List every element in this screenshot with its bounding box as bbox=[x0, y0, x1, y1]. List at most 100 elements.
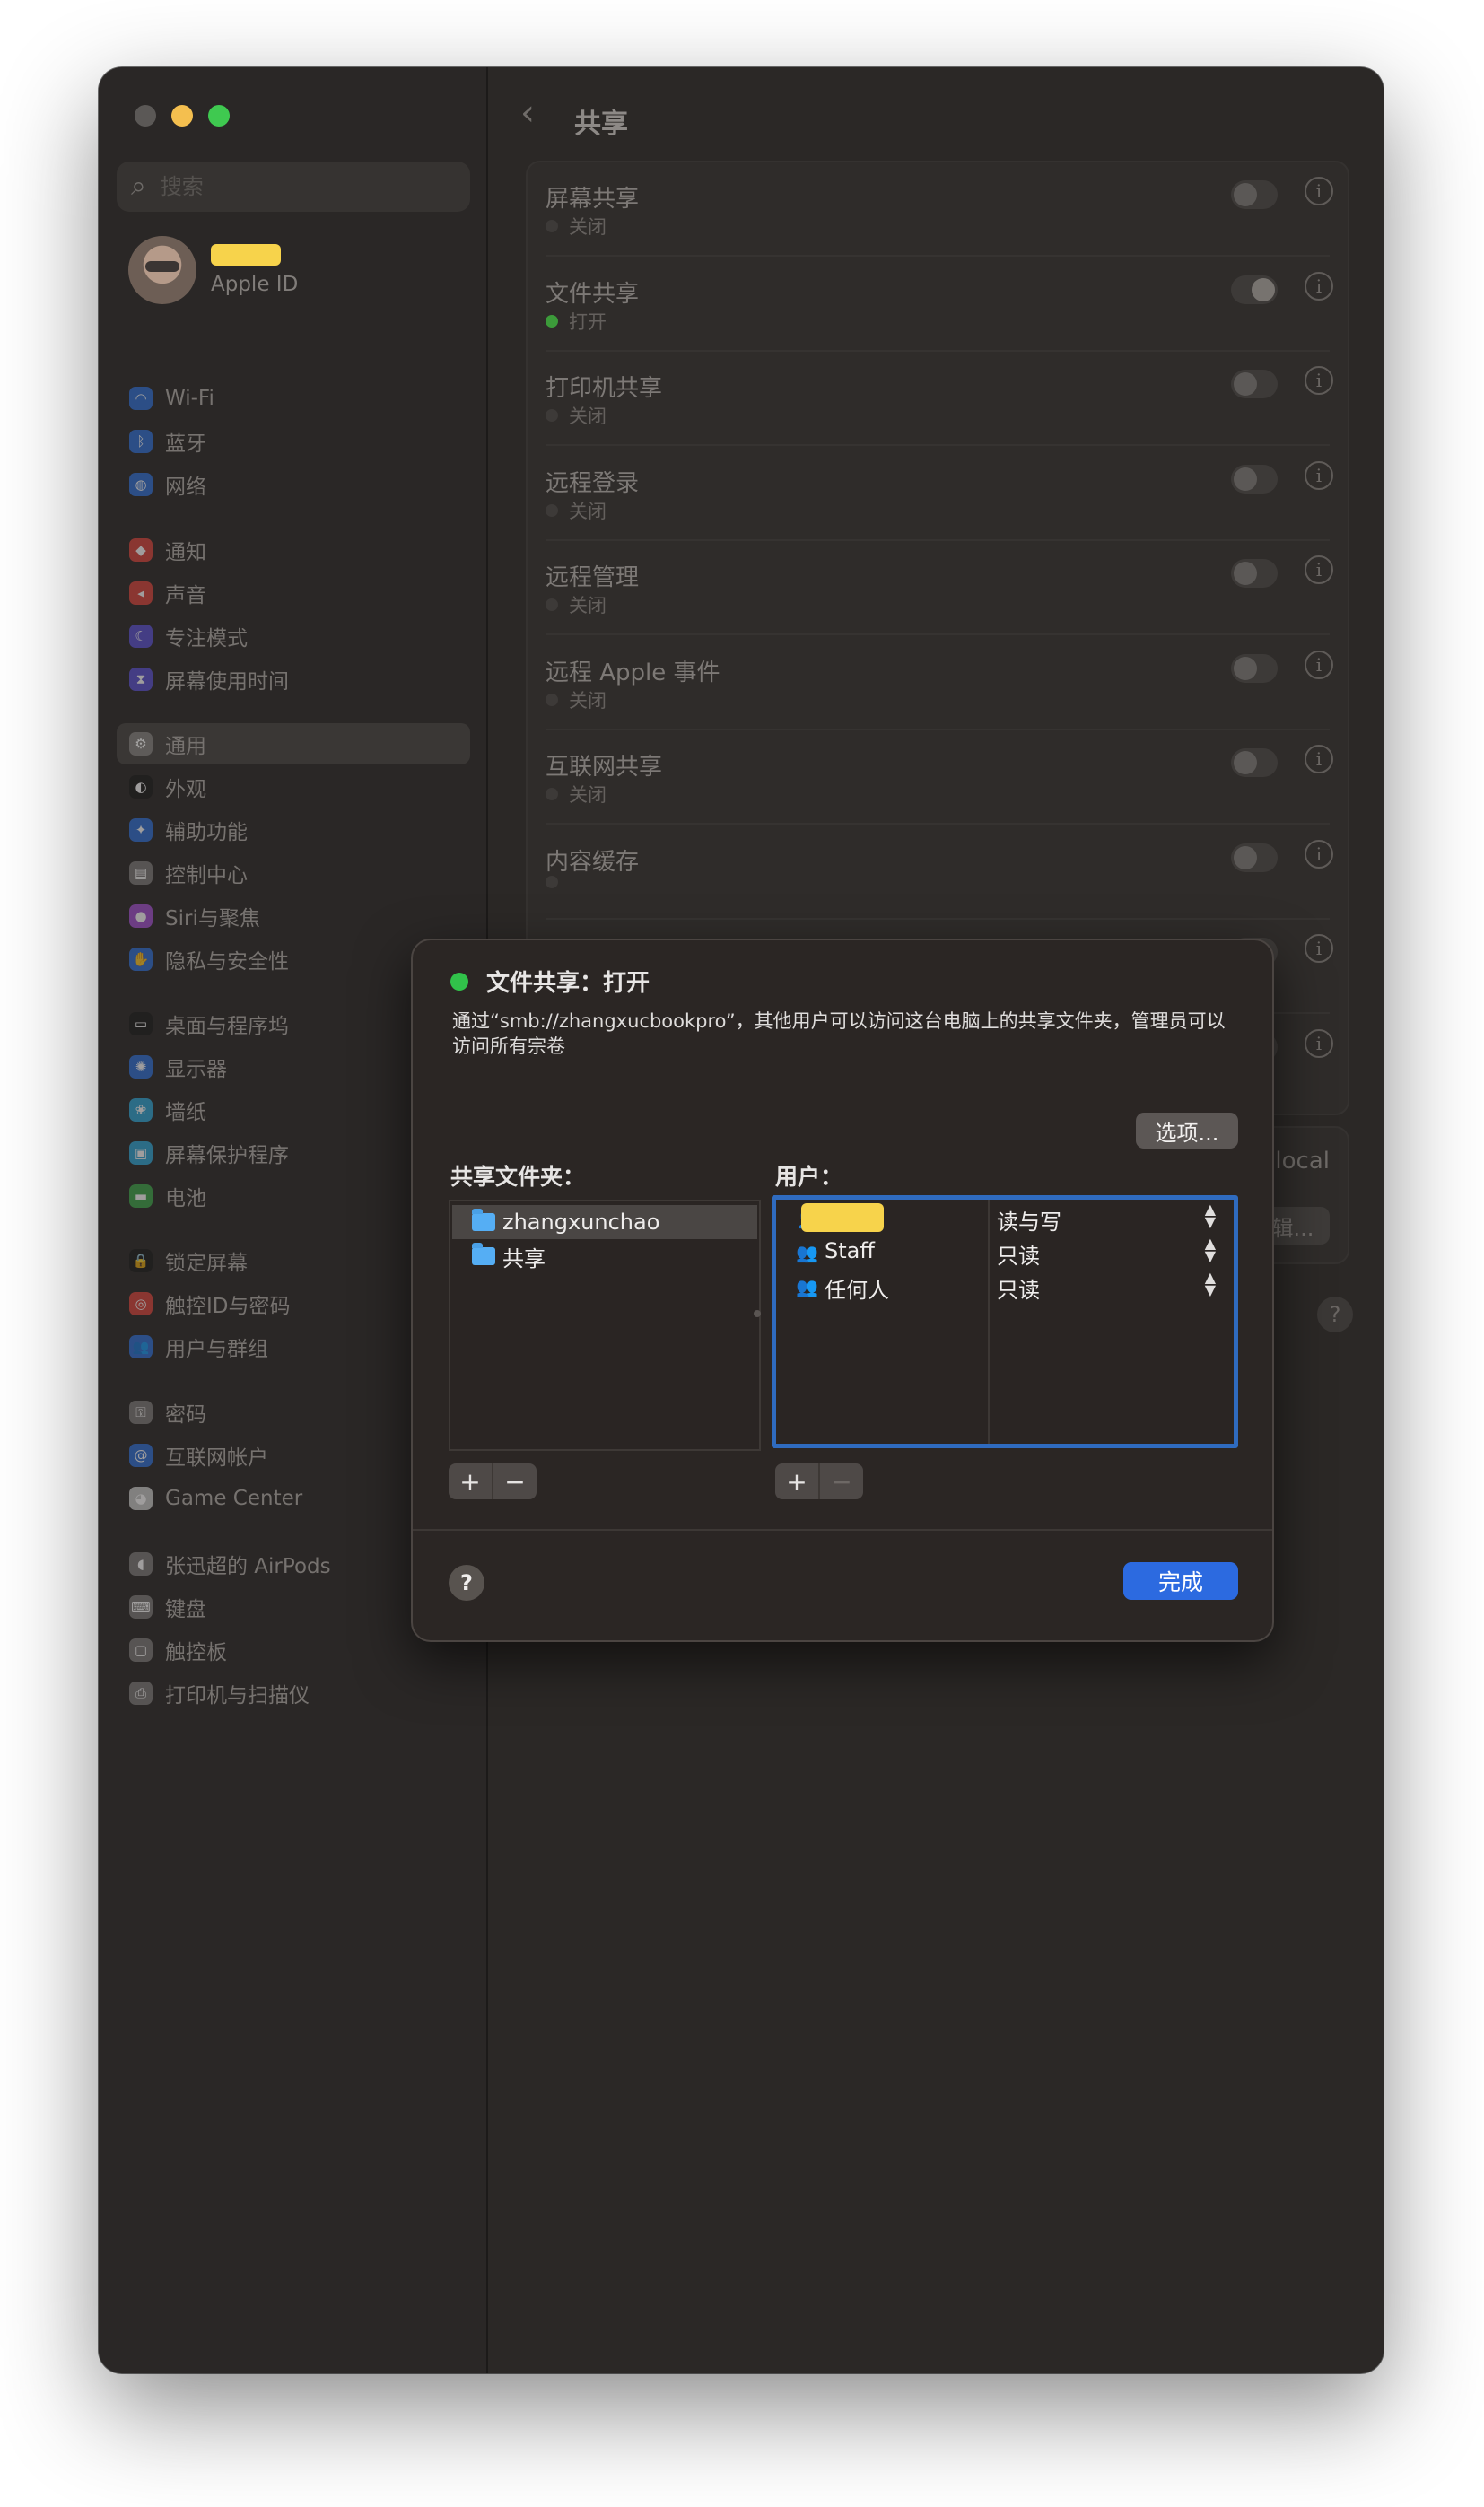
sidebar-item[interactable]: ▤ 控制中心 bbox=[117, 852, 470, 894]
service-toggle[interactable] bbox=[1231, 370, 1278, 398]
minimize-button[interactable] bbox=[171, 105, 193, 127]
sidebar-item[interactable]: ◆ 通知 bbox=[117, 529, 470, 571]
screensaver-icon: ▣ bbox=[129, 1141, 153, 1165]
service-toggle[interactable] bbox=[1231, 180, 1278, 209]
service-status: 关闭 bbox=[546, 591, 607, 618]
gear-icon: ⚙ bbox=[129, 732, 153, 756]
service-status-text: 关闭 bbox=[569, 216, 607, 238]
trackpad-icon: ▢ bbox=[129, 1638, 153, 1662]
permission-value[interactable]: 只读 bbox=[997, 1272, 1040, 1304]
info-icon[interactable]: i bbox=[1305, 1028, 1333, 1058]
toggle-knob bbox=[1234, 656, 1257, 680]
service-status: 打开 bbox=[546, 308, 607, 335]
back-chevron-icon[interactable]: ‹ bbox=[520, 92, 535, 134]
sidebar-item[interactable]: ᛒ 蓝牙 bbox=[117, 421, 470, 462]
service-toggle[interactable] bbox=[1231, 464, 1278, 494]
sidebar-item[interactable]: ◍ 网络 bbox=[117, 464, 470, 505]
options-button[interactable]: 选项... bbox=[1136, 1113, 1238, 1149]
sidebar-item[interactable]: ◂ 声音 bbox=[117, 572, 470, 614]
sidebar-item[interactable]: ● Siri与聚焦 bbox=[117, 895, 470, 937]
permission-value[interactable]: 读与写 bbox=[997, 1204, 1061, 1236]
sidebar-item[interactable]: ✦ 辅助功能 bbox=[117, 809, 470, 851]
search-icon: ⌕ bbox=[131, 170, 146, 202]
service-status-text: 关闭 bbox=[569, 784, 607, 806]
sidebar-item[interactable]: ⧗ 屏幕使用时间 bbox=[117, 659, 470, 700]
airpods-icon: ◖ bbox=[129, 1552, 153, 1576]
chevron-updown-icon[interactable]: ▲ ▼ bbox=[1205, 1271, 1216, 1297]
info-icon[interactable]: i bbox=[1305, 460, 1333, 490]
info-icon[interactable]: i bbox=[1305, 934, 1333, 963]
service-toggle[interactable] bbox=[1231, 653, 1278, 683]
dialog-title: 文件共享：打开 bbox=[486, 970, 650, 997]
user-row[interactable]: 👥 Staff 只读 ▲ ▼ bbox=[776, 1236, 1234, 1270]
apple-id-account[interactable]: Apple ID bbox=[128, 236, 298, 304]
user-name: 任何人 bbox=[825, 1278, 889, 1303]
dialog-help-button[interactable]: ? bbox=[449, 1565, 484, 1601]
users-permissions-list[interactable]: 👤读与写▲▼👥Staff只读▲▼👥任何人只读▲▼ bbox=[772, 1195, 1238, 1448]
wallpaper-icon: ❀ bbox=[129, 1098, 153, 1122]
service-toggle[interactable] bbox=[1231, 843, 1278, 872]
service-toggle[interactable] bbox=[1231, 559, 1278, 588]
info-icon[interactable]: i bbox=[1305, 650, 1333, 679]
sidebar-item[interactable]: ⚙ 通用 bbox=[117, 723, 470, 764]
info-icon[interactable]: i bbox=[1305, 271, 1333, 301]
folder-row[interactable]: 共享 bbox=[452, 1239, 757, 1273]
info-icon[interactable]: i bbox=[1305, 555, 1333, 584]
user-name: Staff bbox=[825, 1238, 875, 1263]
status-on-indicator bbox=[450, 972, 468, 991]
service-status: 关闭 bbox=[546, 213, 607, 240]
split-handle[interactable] bbox=[754, 1310, 761, 1317]
avatar bbox=[128, 236, 196, 304]
service-status-text: 打开 bbox=[569, 310, 607, 333]
sidebar-item[interactable]: ⎙ 打印机与扫描仪 bbox=[117, 1673, 470, 1714]
game-center-icon: ◕ bbox=[129, 1487, 153, 1510]
chevron-updown-icon[interactable]: ▲ ▼ bbox=[1205, 1236, 1216, 1263]
add-folder-button[interactable]: + bbox=[449, 1463, 492, 1499]
close-button[interactable] bbox=[135, 105, 156, 127]
service-row: 文件共享 打开 i bbox=[528, 258, 1348, 352]
sidebar-item-label: 控制中心 bbox=[165, 864, 248, 887]
service-label: 互联网共享 bbox=[546, 754, 663, 781]
sidebar-item-label: 网络 bbox=[165, 476, 206, 499]
lock-icon: 🔒 bbox=[129, 1249, 153, 1272]
service-toggle[interactable] bbox=[1231, 748, 1278, 777]
service-toggle[interactable] bbox=[1231, 275, 1278, 304]
search-field[interactable]: ⌕ bbox=[117, 162, 470, 212]
chevron-updown-icon[interactable]: ▲ ▼ bbox=[1205, 1202, 1216, 1229]
sidebar-item-label: 密码 bbox=[165, 1403, 206, 1427]
info-icon[interactable]: i bbox=[1305, 745, 1333, 773]
sidebar-item-label: 互联网帐户 bbox=[165, 1446, 268, 1470]
siri-icon: ● bbox=[129, 904, 153, 928]
sidebar-item-label: 屏幕使用时间 bbox=[165, 670, 289, 694]
add-user-button[interactable]: + bbox=[775, 1463, 818, 1499]
sidebar-item-label: 键盘 bbox=[165, 1598, 206, 1621]
service-status-text: 关闭 bbox=[569, 595, 607, 616]
service-row: 屏幕共享关闭 i bbox=[528, 162, 1348, 257]
sidebar-item[interactable]: ☾ 专注模式 bbox=[117, 616, 470, 657]
info-icon[interactable]: i bbox=[1305, 177, 1333, 205]
redacted-username bbox=[801, 1203, 884, 1232]
sidebar-item[interactable]: ◠ Wi-Fi bbox=[117, 378, 470, 419]
status-dot bbox=[546, 220, 558, 232]
info-icon[interactable]: i bbox=[1305, 366, 1333, 395]
remove-folder-button[interactable]: − bbox=[492, 1463, 537, 1499]
info-icon[interactable]: i bbox=[1305, 839, 1333, 869]
help-button[interactable]: ? bbox=[1317, 1297, 1353, 1332]
status-dot bbox=[546, 409, 558, 422]
status-dot bbox=[546, 314, 558, 328]
service-status: 关闭 bbox=[546, 497, 607, 524]
user-row[interactable]: 👥 任何人 只读 ▲ ▼ bbox=[776, 1270, 1234, 1304]
shared-folders-label: 共享文件夹： bbox=[450, 1164, 586, 1190]
user-row[interactable]: 👤读与写▲▼ bbox=[776, 1201, 1234, 1236]
zoom-button[interactable] bbox=[208, 105, 230, 127]
folder-name: 共享 bbox=[502, 1245, 546, 1271]
done-button[interactable]: 完成 bbox=[1123, 1562, 1238, 1600]
sidebar-item-label: 屏幕保护程序 bbox=[165, 1144, 289, 1167]
service-label: 屏幕共享 bbox=[546, 186, 640, 213]
shared-folders-list[interactable]: zhangxunchao 共享 bbox=[449, 1200, 761, 1451]
permission-value[interactable]: 只读 bbox=[997, 1238, 1040, 1270]
sidebar-item[interactable]: ◐ 外观 bbox=[117, 766, 470, 808]
remove-user-button[interactable]: − bbox=[818, 1463, 863, 1499]
folder-row[interactable]: zhangxunchao bbox=[452, 1205, 757, 1239]
search-input[interactable] bbox=[158, 173, 432, 200]
